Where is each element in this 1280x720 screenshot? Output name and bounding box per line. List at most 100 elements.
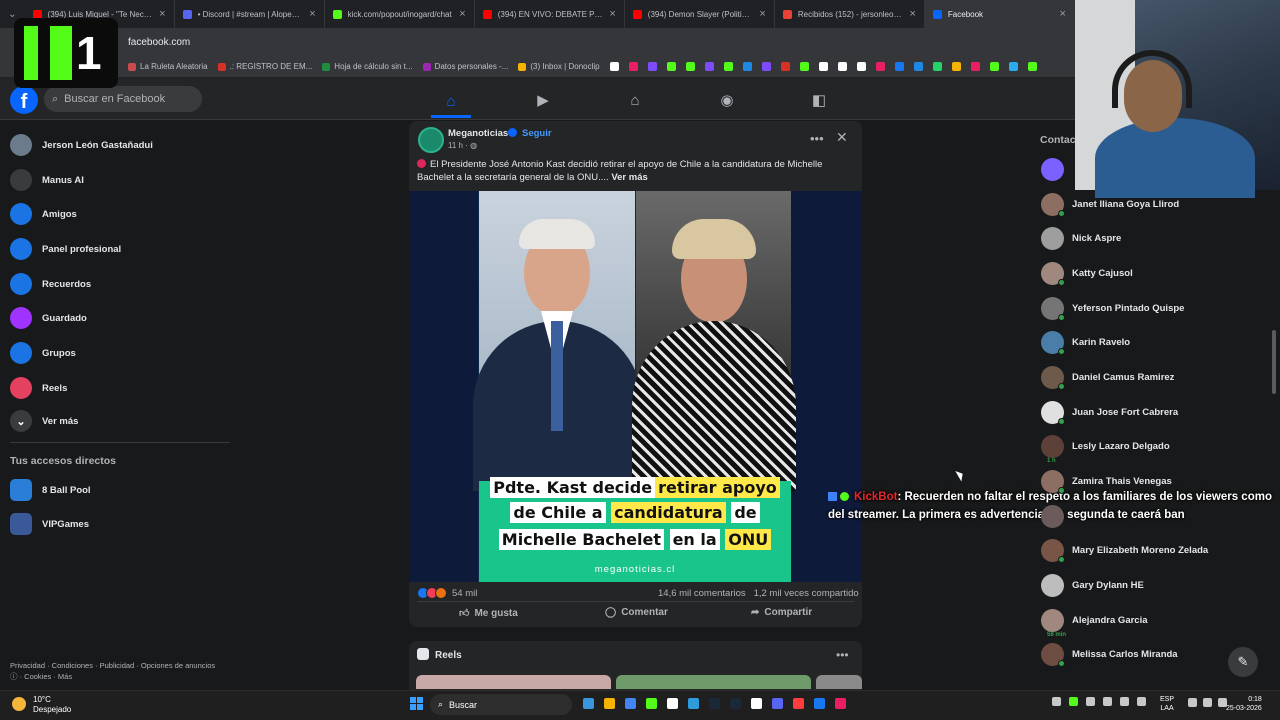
close-icon[interactable]: ✕ bbox=[836, 129, 848, 146]
browser-tab[interactable]: (394) EN VIVO: DEBATE PRESIDE × bbox=[475, 0, 625, 28]
bookmark-icon[interactable] bbox=[1008, 62, 1018, 71]
browser-tab[interactable]: (394) Demon Slayer (Politicamente × bbox=[625, 0, 775, 28]
taskbar-app-icon[interactable] bbox=[835, 698, 846, 709]
contact-item[interactable]: Daniel Camus Ramirez bbox=[1041, 366, 1174, 390]
browser-tab[interactable]: kick.com/popout/inogard/chat × bbox=[325, 0, 475, 28]
bookmark-icon[interactable] bbox=[970, 62, 980, 71]
bookmark-icon[interactable] bbox=[818, 62, 828, 71]
video-icon[interactable]: ▶ bbox=[523, 88, 563, 112]
bookmark-icon[interactable] bbox=[856, 62, 866, 71]
sidebar-item[interactable]: Manus AI bbox=[10, 169, 84, 191]
tray-icon[interactable] bbox=[1103, 697, 1112, 706]
bookmark-item[interactable]: Hoja de cálculo sin t... bbox=[322, 62, 413, 71]
reel-thumbnail[interactable] bbox=[816, 675, 862, 689]
tray-icon[interactable] bbox=[1086, 697, 1095, 706]
bookmark-icon[interactable] bbox=[951, 62, 961, 71]
sidebar-item[interactable]: Panel profesional bbox=[10, 238, 121, 260]
bookmark-icon[interactable] bbox=[837, 62, 847, 71]
bookmark-icon[interactable] bbox=[989, 62, 999, 71]
weather-description[interactable]: Despejado bbox=[33, 705, 71, 714]
new-message-button[interactable]: ✎ bbox=[1228, 647, 1258, 677]
close-tab-icon[interactable]: × bbox=[909, 8, 915, 20]
clock-date[interactable]: 25-03-2026 bbox=[1226, 704, 1262, 713]
contact-item[interactable]: Janet Iliana Goya Llirod bbox=[1041, 193, 1179, 217]
footer-links[interactable]: Privacidad · Condiciones · Publicidad · … bbox=[10, 660, 240, 682]
reel-thumbnail[interactable] bbox=[416, 675, 611, 689]
bookmark-icon[interactable] bbox=[647, 62, 657, 71]
post-options-icon[interactable]: ••• bbox=[810, 131, 824, 146]
bookmark-icon[interactable] bbox=[1027, 62, 1037, 71]
footer-links-line2-text[interactable]: · Cookies · Más bbox=[20, 672, 73, 681]
close-tab-icon[interactable]: × bbox=[309, 8, 315, 20]
reels-options-icon[interactable]: ••• bbox=[836, 648, 849, 662]
shortcut-item[interactable]: 8 Ball Pool bbox=[10, 479, 91, 501]
bookmark-item[interactable]: (3) Inbox | Donoclip bbox=[518, 62, 600, 71]
network-icon[interactable] bbox=[1203, 698, 1212, 707]
weather-moon-icon[interactable] bbox=[12, 697, 26, 711]
post-time-text[interactable]: 11 h · bbox=[448, 141, 468, 150]
shortcut-item[interactable]: VIPGames bbox=[10, 513, 89, 535]
address-text[interactable]: facebook.com bbox=[128, 37, 190, 48]
groups-icon[interactable]: ◉ bbox=[707, 88, 747, 112]
taskbar-app-icon[interactable] bbox=[604, 698, 615, 709]
gaming-icon[interactable]: ◧ bbox=[799, 88, 839, 112]
bookmark-icon[interactable] bbox=[894, 62, 904, 71]
monitor-icon[interactable] bbox=[1188, 698, 1197, 707]
close-tab-icon[interactable]: × bbox=[759, 8, 765, 20]
reel-thumbnail[interactable] bbox=[616, 675, 811, 689]
bookmark-icon[interactable] bbox=[704, 62, 714, 71]
bookmark-icon[interactable] bbox=[666, 62, 676, 71]
bookmark-icon[interactable] bbox=[628, 62, 638, 71]
bookmark-icon[interactable] bbox=[875, 62, 885, 71]
sidebar-item[interactable]: Reels bbox=[10, 377, 67, 399]
browser-tab[interactable]: Recibidos (152) - jersonleong@ × bbox=[775, 0, 925, 28]
like-button[interactable]: 👍︎ Me gusta bbox=[459, 607, 518, 620]
taskbar-app-icon[interactable] bbox=[751, 698, 762, 709]
windows-start-icon[interactable] bbox=[410, 697, 423, 710]
scrollbar[interactable] bbox=[1272, 330, 1276, 394]
tray-icon[interactable] bbox=[1137, 697, 1146, 706]
sidebar-item[interactable]: Amigos bbox=[10, 203, 77, 225]
comment-button[interactable]: ◯ Comentar bbox=[605, 607, 668, 618]
contact-item[interactable]: Mary Elizabeth Moreno Zelada bbox=[1041, 539, 1208, 563]
marketplace-icon[interactable]: ⌂ bbox=[615, 88, 655, 112]
reactions-summary[interactable]: 54 mil bbox=[417, 587, 477, 599]
taskbar-app-icon[interactable] bbox=[667, 698, 678, 709]
share-button[interactable]: ➦ Compartir bbox=[751, 607, 812, 618]
bookmark-icon[interactable] bbox=[685, 62, 695, 71]
sidebar-item[interactable]: Guardado bbox=[10, 307, 87, 329]
tray-status-icons[interactable] bbox=[1188, 698, 1227, 707]
close-tab-icon[interactable]: × bbox=[1060, 8, 1066, 20]
contact-item[interactable]: Gary Dylann HE bbox=[1041, 574, 1144, 597]
contact-item[interactable]: Zamira Thais Venegas bbox=[1041, 470, 1172, 494]
footer-links-line1[interactable]: Privacidad · Condiciones · Publicidad · … bbox=[10, 660, 240, 671]
taskbar-app-icon[interactable] bbox=[625, 698, 636, 709]
sidebar-item[interactable]: ⌄ Ver más bbox=[10, 410, 78, 432]
contact-item[interactable]: 1 h Lesly Lazaro Delgado bbox=[1041, 435, 1170, 464]
bookmark-icon[interactable] bbox=[913, 62, 923, 71]
close-tab-icon[interactable]: × bbox=[159, 8, 165, 20]
bookmark-icon[interactable] bbox=[742, 62, 752, 71]
contact-item[interactable] bbox=[1041, 158, 1072, 181]
sidebar-item[interactable]: Jerson León Gastañadui bbox=[10, 134, 153, 156]
weather-temperature[interactable]: 10°C bbox=[33, 695, 51, 704]
footer-links-line2[interactable]: ⓘ · Cookies · Más bbox=[10, 671, 240, 682]
home-icon[interactable]: ⌂ bbox=[431, 88, 471, 118]
contact-item[interactable] bbox=[1041, 505, 1072, 528]
close-tab-icon[interactable]: × bbox=[609, 8, 615, 20]
bookmark-icon[interactable] bbox=[609, 62, 619, 71]
bookmark-icon[interactable] bbox=[761, 62, 771, 71]
lang-line1[interactable]: ESP bbox=[1160, 695, 1174, 704]
post-author-avatar[interactable] bbox=[418, 127, 444, 153]
taskbar-app-icon[interactable] bbox=[709, 698, 720, 709]
contact-item[interactable]: Yeferson Pintado Quispe bbox=[1041, 297, 1184, 321]
taskbar-app-icon[interactable] bbox=[793, 698, 804, 709]
taskbar-app-icon[interactable] bbox=[730, 698, 741, 709]
facebook-logo-icon[interactable]: f bbox=[10, 86, 38, 114]
bookmark-icon[interactable] bbox=[799, 62, 809, 71]
bookmark-item[interactable]: .: REGISTRO DE EM... bbox=[217, 62, 312, 71]
tray-icon[interactable] bbox=[1069, 697, 1078, 706]
taskbar-app-icon[interactable] bbox=[583, 698, 594, 709]
bookmark-icon[interactable] bbox=[723, 62, 733, 71]
shares-count[interactable]: 1,2 mil veces compartido bbox=[754, 588, 859, 599]
